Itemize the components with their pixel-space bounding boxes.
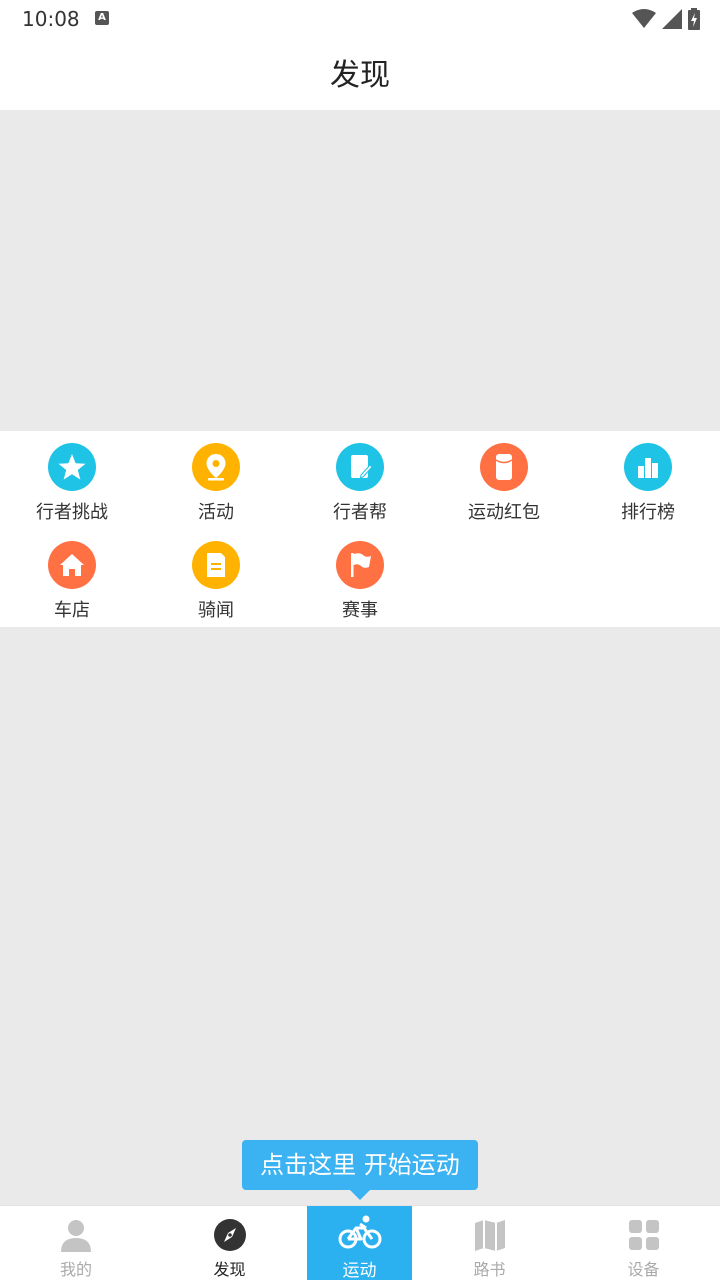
tab-label: 发现 (213, 1260, 246, 1279)
compass-icon (213, 1219, 246, 1251)
content-area (0, 627, 720, 1205)
grid-item-label: 车店 (54, 600, 90, 621)
battery-charging-icon (688, 8, 700, 30)
tab-devices[interactable]: 设备 (567, 1206, 720, 1280)
grid-item-bike-shop[interactable]: 车店 (0, 529, 144, 627)
tab-label: 我的 (59, 1260, 92, 1279)
grid-item-label: 行者帮 (333, 502, 387, 523)
signal-icon (662, 9, 682, 29)
grid-item-label: 骑闻 (198, 600, 234, 621)
grid-item-label: 赛事 (342, 600, 378, 621)
tooltip-arrow (350, 1190, 370, 1200)
tab-mine[interactable]: 我的 (0, 1206, 152, 1280)
grid-item-red-packet[interactable]: 运动红包 (432, 431, 576, 529)
grid-item-label: 排行榜 (621, 502, 675, 523)
grid-item-news[interactable]: 骑闻 (144, 529, 288, 627)
grid-item-label: 行者挑战 (36, 502, 108, 523)
tab-sport[interactable]: 运动 (307, 1206, 412, 1280)
tab-label: 运动 (342, 1261, 377, 1280)
star-icon (48, 443, 96, 491)
status-icons (632, 8, 700, 30)
bottom-tab-bar: 我的 发现 运动 路书 设备 (0, 1205, 720, 1280)
location-pin-icon (192, 443, 240, 491)
banner-area[interactable] (0, 110, 720, 431)
tab-label: 路书 (473, 1260, 506, 1279)
tab-discover[interactable]: 发现 (152, 1206, 307, 1280)
grid-item-label: 运动红包 (468, 502, 540, 523)
start-sport-tooltip[interactable]: 点击这里 开始运动 (242, 1140, 478, 1190)
flag-icon (336, 541, 384, 589)
tab-label: 设备 (627, 1260, 660, 1279)
person-icon (61, 1220, 91, 1252)
bicycle-icon (338, 1215, 381, 1249)
title-bar: 发现 (0, 38, 720, 110)
map-icon (474, 1220, 505, 1251)
notification-a-icon: A (95, 11, 109, 25)
status-time: 10:08 (22, 7, 80, 31)
note-edit-icon (336, 443, 384, 491)
red-packet-icon (480, 443, 528, 491)
wifi-icon (632, 9, 656, 28)
grid-icon (628, 1220, 659, 1250)
grid-item-group[interactable]: 行者帮 (288, 431, 432, 529)
page-title: 发现 (330, 58, 390, 93)
grid-item-challenge[interactable]: 行者挑战 (0, 431, 144, 529)
grid-item-events[interactable]: 赛事 (288, 529, 432, 627)
feature-grid: 行者挑战 活动 行者帮 运动红包 排行榜 车店 骑闻 赛事 (0, 431, 720, 627)
grid-item-ranking[interactable]: 排行榜 (576, 431, 720, 529)
grid-item-activity[interactable]: 活动 (144, 431, 288, 529)
podium-icon (624, 443, 672, 491)
house-icon (48, 541, 96, 589)
status-bar: 10:08 A (0, 0, 720, 38)
document-icon (192, 541, 240, 589)
tab-route-book[interactable]: 路书 (412, 1206, 567, 1280)
grid-item-label: 活动 (198, 502, 234, 523)
